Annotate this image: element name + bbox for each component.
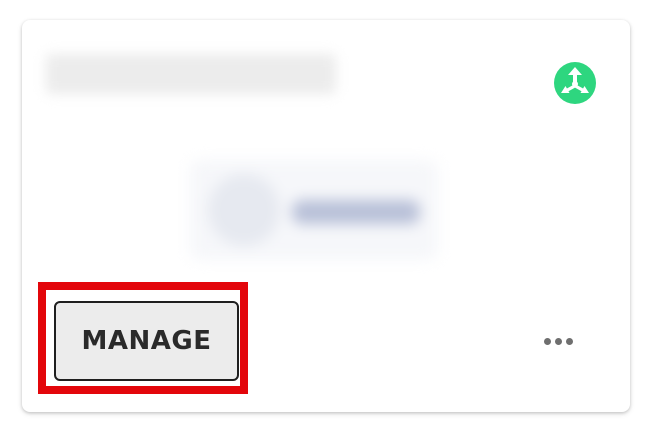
- manage-button[interactable]: MANAGE: [54, 301, 239, 381]
- more-options-button[interactable]: [536, 328, 580, 354]
- move-arrows-icon: [554, 62, 596, 104]
- more-horizontal-icon: [543, 337, 551, 345]
- card-title-redacted: [46, 54, 336, 94]
- app-logo-redacted: [190, 160, 438, 260]
